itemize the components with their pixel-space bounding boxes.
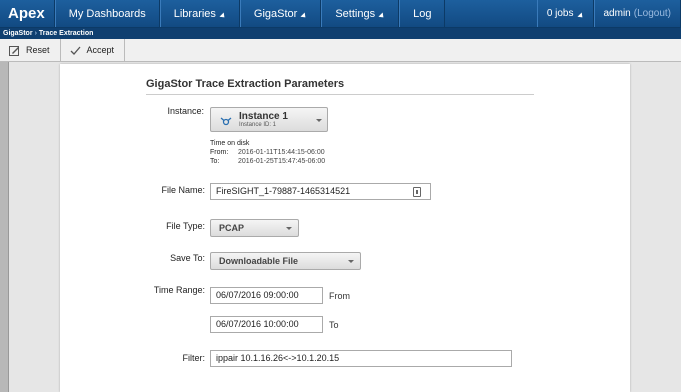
breadcrumb-parent[interactable]: GigaStor xyxy=(3,30,33,37)
toolbar: Reset Accept xyxy=(0,39,681,62)
nav-settings-label: Settings xyxy=(335,7,376,20)
breadcrumb-current: Trace Extraction xyxy=(38,30,94,37)
time-range-from-label: From xyxy=(329,291,350,301)
nav-libraries[interactable]: Libraries xyxy=(159,0,240,27)
time-on-disk-heading: Time on disk xyxy=(210,140,250,147)
user-menu[interactable]: admin (Logout) xyxy=(593,0,681,27)
time-range-label: Time Range: xyxy=(153,285,205,295)
nav-my-dashboards-label: My Dashboards xyxy=(68,7,146,20)
accept-button[interactable]: Accept xyxy=(61,39,126,61)
breadcrumb: GigaStor › Trace Extraction xyxy=(0,28,681,39)
chevron-down-icon xyxy=(286,227,292,230)
nav-libraries-label: Libraries xyxy=(173,7,216,20)
file-name-input[interactable]: FireSIGHT_1-79887-1465314521 xyxy=(210,183,431,200)
save-to-label: Save To: xyxy=(170,253,205,263)
instance-id: Instance ID: 1 xyxy=(239,122,277,128)
nav-gigastor[interactable]: GigaStor xyxy=(239,0,322,27)
instance-dropdown[interactable]: Instance 1 Instance ID: 1 xyxy=(210,107,328,132)
instance-probe-icon xyxy=(220,117,232,126)
instance-name: Instance 1 xyxy=(239,111,288,122)
chevron-down-icon xyxy=(316,119,322,122)
save-to-select[interactable]: Downloadable File xyxy=(210,252,361,270)
chevron-down-icon xyxy=(348,260,354,263)
accept-label: Accept xyxy=(86,45,115,55)
nav-log-label: Log xyxy=(413,7,432,20)
nav-gigastor-label: GigaStor xyxy=(253,7,298,20)
save-to-value: Downloadable File xyxy=(219,256,299,266)
from-key: From: xyxy=(210,149,229,156)
nav-log[interactable]: Log xyxy=(399,0,446,27)
checkmark-icon xyxy=(70,46,81,55)
reset-label: Reset xyxy=(26,45,50,55)
to-value: 2016-01-25T15:47:45-06:00 xyxy=(238,158,326,165)
reset-button[interactable]: Reset xyxy=(0,39,61,61)
filter-label: Filter: xyxy=(182,353,206,363)
title-divider xyxy=(146,94,534,95)
dropdown-caret-icon xyxy=(219,11,227,20)
time-range-from-input[interactable]: 06/07/2016 09:00:00 xyxy=(210,287,323,304)
time-on-disk-to: To: 2016-01-25T15:47:45-06:00 xyxy=(210,157,325,166)
to-key: To: xyxy=(210,158,220,165)
form-title: GigaStor Trace Extraction Parameters xyxy=(146,78,345,90)
dropdown-caret-icon xyxy=(576,11,585,20)
username: admin xyxy=(603,8,631,19)
info-icon[interactable] xyxy=(413,187,421,197)
dropdown-caret-icon xyxy=(300,11,308,20)
file-name-label: File Name: xyxy=(161,185,205,195)
logout-link[interactable]: (Logout) xyxy=(634,8,671,19)
nav-my-dashboards[interactable]: My Dashboards xyxy=(54,0,160,27)
file-type-value: PCAP xyxy=(219,223,245,233)
from-value: 2016-01-11T15:44:15-06:00 xyxy=(238,149,325,156)
breadcrumb-separator: › xyxy=(34,30,37,37)
file-type-label: File Type: xyxy=(166,221,205,231)
brand-logo[interactable]: Apex xyxy=(0,0,55,27)
jobs-menu[interactable]: 0 jobs xyxy=(536,0,594,27)
filter-input[interactable]: ippair 10.1.16.26<->10.1.20.15 xyxy=(210,350,512,367)
nav-settings[interactable]: Settings xyxy=(321,0,400,27)
instance-label: Instance: xyxy=(167,106,204,116)
file-type-select[interactable]: PCAP xyxy=(210,219,299,237)
time-range-to-input[interactable]: 06/07/2016 10:00:00 xyxy=(210,316,323,333)
time-range-to-label: To xyxy=(329,320,339,330)
jobs-count: 0 jobs xyxy=(546,8,574,19)
time-on-disk-from: From: 2016-01-11T15:44:15-06:00 xyxy=(210,148,325,157)
edit-icon xyxy=(9,45,19,56)
dropdown-caret-icon xyxy=(378,11,386,20)
time-on-disk: Time on disk From: 2016-01-11T15:44:15-06… xyxy=(210,139,325,166)
top-nav-bar: Apex My Dashboards Libraries GigaStor Se… xyxy=(0,0,681,28)
